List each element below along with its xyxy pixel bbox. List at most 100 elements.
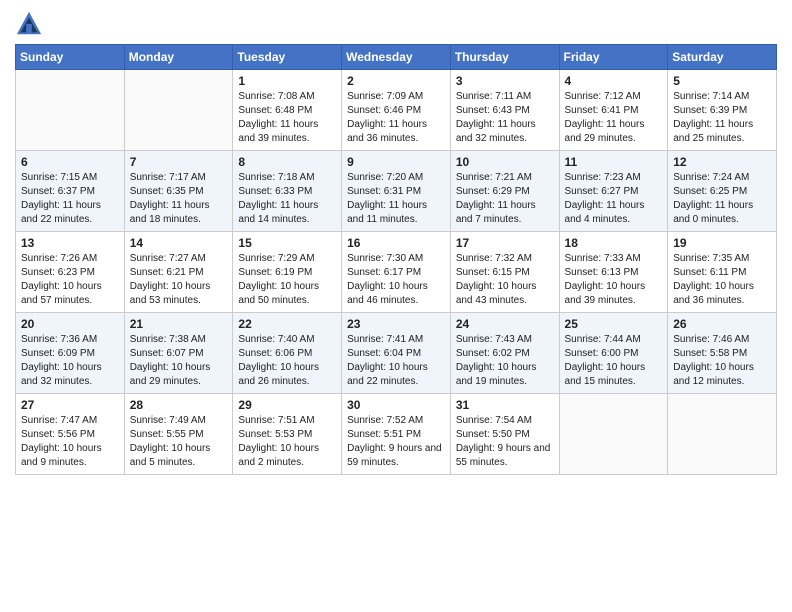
- calendar-cell: 11Sunrise: 7:23 AM Sunset: 6:27 PM Dayli…: [559, 151, 668, 232]
- day-info: Sunrise: 7:21 AM Sunset: 6:29 PM Dayligh…: [456, 171, 554, 227]
- day-number: 26: [673, 317, 771, 331]
- day-info: Sunrise: 7:20 AM Sunset: 6:31 PM Dayligh…: [347, 171, 445, 227]
- calendar-cell: 15 Sunrise: 7:29 AM Sunset: 6:19 PM Dayli…: [233, 232, 342, 313]
- calendar-cell: 1 Sunrise: 7:08 AM Sunset: 6:48 PM Daylig…: [233, 70, 342, 151]
- day-info: Sunrise: 7:23 AM Sunset: 6:27 PM Dayligh…: [565, 171, 663, 227]
- day-info: Sunrise: 7:17 AM Sunset: 6:35 PM Dayligh…: [130, 171, 228, 227]
- day-number: 19: [673, 236, 771, 250]
- day-number: 21: [130, 317, 228, 331]
- day-info: Sunrise: 7:51 AM Sunset: 5:53 PM Dayligh…: [238, 414, 336, 470]
- day-number: 17: [456, 236, 554, 250]
- calendar-cell: [16, 70, 125, 151]
- day-info: Sunrise: 7:41 AM Sunset: 6:04 PM Dayligh…: [347, 333, 445, 389]
- calendar-cell: [559, 394, 668, 475]
- calendar-cell: 6 Sunrise: 7:15 AM Sunset: 6:37 PM Daylig…: [16, 151, 125, 232]
- calendar-table: SundayMondayTuesdayWednesdayThursdayFrid…: [15, 44, 777, 475]
- day-info: Sunrise: 7:29 AM Sunset: 6:19 PM Dayligh…: [238, 252, 336, 308]
- day-number: 16: [347, 236, 445, 250]
- calendar-header-wednesday: Wednesday: [342, 45, 451, 70]
- calendar-cell: 23 Sunrise: 7:41 AM Sunset: 6:04 PM Dayli…: [342, 313, 451, 394]
- calendar-week-3: 13 Sunrise: 7:26 AM Sunset: 6:23 PM Dayli…: [16, 232, 777, 313]
- calendar-cell: 25 Sunrise: 7:44 AM Sunset: 6:00 PM Dayli…: [559, 313, 668, 394]
- logo-icon: [15, 10, 43, 38]
- day-number: 22: [238, 317, 336, 331]
- calendar-header-friday: Friday: [559, 45, 668, 70]
- calendar-cell: [124, 70, 233, 151]
- day-info: Sunrise: 7:27 AM Sunset: 6:21 PM Dayligh…: [130, 252, 228, 308]
- day-number: 18: [565, 236, 663, 250]
- day-number: 2: [347, 74, 445, 88]
- day-number: 1: [238, 74, 336, 88]
- calendar-header-sunday: Sunday: [16, 45, 125, 70]
- calendar-cell: 4 Sunrise: 7:12 AM Sunset: 6:41 PM Daylig…: [559, 70, 668, 151]
- day-info: Sunrise: 7:32 AM Sunset: 6:15 PM Dayligh…: [456, 252, 554, 308]
- day-number: 15: [238, 236, 336, 250]
- day-info: Sunrise: 7:14 AM Sunset: 6:39 PM Dayligh…: [673, 90, 771, 146]
- day-number: 5: [673, 74, 771, 88]
- day-number: 10: [456, 155, 554, 169]
- day-number: 20: [21, 317, 119, 331]
- calendar-cell: 5 Sunrise: 7:14 AM Sunset: 6:39 PM Daylig…: [668, 70, 777, 151]
- logo: [15, 10, 47, 38]
- calendar-cell: 18 Sunrise: 7:33 AM Sunset: 6:13 PM Dayli…: [559, 232, 668, 313]
- calendar-cell: 26 Sunrise: 7:46 AM Sunset: 5:58 PM Dayli…: [668, 313, 777, 394]
- day-number: 25: [565, 317, 663, 331]
- day-info: Sunrise: 7:15 AM Sunset: 6:37 PM Dayligh…: [21, 171, 119, 227]
- day-info: Sunrise: 7:11 AM Sunset: 6:43 PM Dayligh…: [456, 90, 554, 146]
- day-number: 7: [130, 155, 228, 169]
- day-info: Sunrise: 7:47 AM Sunset: 5:56 PM Dayligh…: [21, 414, 119, 470]
- calendar-cell: 20 Sunrise: 7:36 AM Sunset: 6:09 PM Dayli…: [16, 313, 125, 394]
- day-info: Sunrise: 7:52 AM Sunset: 5:51 PM Dayligh…: [347, 414, 445, 470]
- day-number: 13: [21, 236, 119, 250]
- calendar-cell: 21Sunrise: 7:38 AM Sunset: 6:07 PM Dayli…: [124, 313, 233, 394]
- calendar-cell: 24 Sunrise: 7:43 AM Sunset: 6:02 PM Dayli…: [450, 313, 559, 394]
- day-info: Sunrise: 7:33 AM Sunset: 6:13 PM Dayligh…: [565, 252, 663, 308]
- calendar-week-4: 20 Sunrise: 7:36 AM Sunset: 6:09 PM Dayli…: [16, 313, 777, 394]
- day-number: 30: [347, 398, 445, 412]
- calendar-cell: 19Sunrise: 7:35 AM Sunset: 6:11 PM Dayli…: [668, 232, 777, 313]
- calendar-cell: 28Sunrise: 7:49 AM Sunset: 5:55 PM Dayli…: [124, 394, 233, 475]
- day-number: 3: [456, 74, 554, 88]
- calendar-cell: 17 Sunrise: 7:32 AM Sunset: 6:15 PM Dayli…: [450, 232, 559, 313]
- day-info: Sunrise: 7:12 AM Sunset: 6:41 PM Dayligh…: [565, 90, 663, 146]
- day-number: 27: [21, 398, 119, 412]
- calendar-cell: 27 Sunrise: 7:47 AM Sunset: 5:56 PM Dayli…: [16, 394, 125, 475]
- day-number: 24: [456, 317, 554, 331]
- day-number: 12: [673, 155, 771, 169]
- day-info: Sunrise: 7:43 AM Sunset: 6:02 PM Dayligh…: [456, 333, 554, 389]
- calendar-week-2: 6 Sunrise: 7:15 AM Sunset: 6:37 PM Daylig…: [16, 151, 777, 232]
- day-info: Sunrise: 7:44 AM Sunset: 6:00 PM Dayligh…: [565, 333, 663, 389]
- calendar-cell: 7 Sunrise: 7:17 AM Sunset: 6:35 PM Daylig…: [124, 151, 233, 232]
- calendar-cell: 2 Sunrise: 7:09 AM Sunset: 6:46 PM Daylig…: [342, 70, 451, 151]
- day-info: Sunrise: 7:49 AM Sunset: 5:55 PM Dayligh…: [130, 414, 228, 470]
- calendar-cell: 30 Sunrise: 7:52 AM Sunset: 5:51 PM Dayli…: [342, 394, 451, 475]
- day-number: 14: [130, 236, 228, 250]
- day-info: Sunrise: 7:54 AM Sunset: 5:50 PM Dayligh…: [456, 414, 554, 470]
- day-number: 8: [238, 155, 336, 169]
- calendar-header-tuesday: Tuesday: [233, 45, 342, 70]
- calendar-cell: 12Sunrise: 7:24 AM Sunset: 6:25 PM Dayli…: [668, 151, 777, 232]
- calendar-cell: 3 Sunrise: 7:11 AM Sunset: 6:43 PM Daylig…: [450, 70, 559, 151]
- day-info: Sunrise: 7:26 AM Sunset: 6:23 PM Dayligh…: [21, 252, 119, 308]
- header: [15, 10, 777, 38]
- calendar-cell: 13 Sunrise: 7:26 AM Sunset: 6:23 PM Dayli…: [16, 232, 125, 313]
- day-info: Sunrise: 7:09 AM Sunset: 6:46 PM Dayligh…: [347, 90, 445, 146]
- day-number: 31: [456, 398, 554, 412]
- calendar-header-monday: Monday: [124, 45, 233, 70]
- day-number: 6: [21, 155, 119, 169]
- calendar-header-saturday: Saturday: [668, 45, 777, 70]
- calendar-cell: 31 Sunrise: 7:54 AM Sunset: 5:50 PM Dayli…: [450, 394, 559, 475]
- day-number: 4: [565, 74, 663, 88]
- day-info: Sunrise: 7:18 AM Sunset: 6:33 PM Dayligh…: [238, 171, 336, 227]
- calendar-cell: 10 Sunrise: 7:21 AM Sunset: 6:29 PM Dayli…: [450, 151, 559, 232]
- day-number: 9: [347, 155, 445, 169]
- calendar-cell: 8 Sunrise: 7:18 AM Sunset: 6:33 PM Daylig…: [233, 151, 342, 232]
- page: SundayMondayTuesdayWednesdayThursdayFrid…: [0, 0, 792, 612]
- calendar-cell: 9 Sunrise: 7:20 AM Sunset: 6:31 PM Daylig…: [342, 151, 451, 232]
- calendar-cell: 16Sunrise: 7:30 AM Sunset: 6:17 PM Dayli…: [342, 232, 451, 313]
- day-number: 23: [347, 317, 445, 331]
- day-info: Sunrise: 7:46 AM Sunset: 5:58 PM Dayligh…: [673, 333, 771, 389]
- day-info: Sunrise: 7:08 AM Sunset: 6:48 PM Dayligh…: [238, 90, 336, 146]
- calendar-cell: 14 Sunrise: 7:27 AM Sunset: 6:21 PM Dayli…: [124, 232, 233, 313]
- day-info: Sunrise: 7:36 AM Sunset: 6:09 PM Dayligh…: [21, 333, 119, 389]
